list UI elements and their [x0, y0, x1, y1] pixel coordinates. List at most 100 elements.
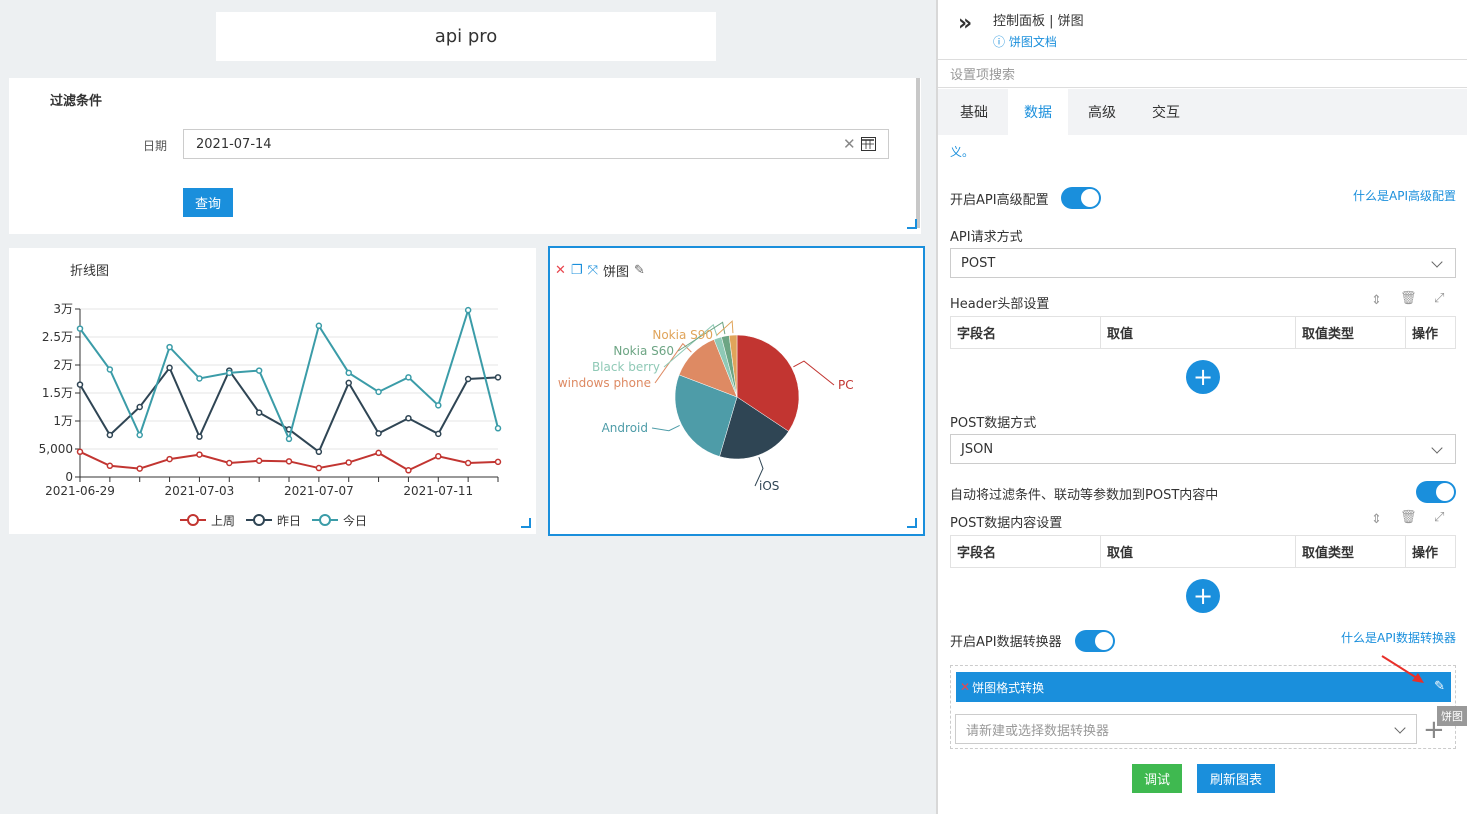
data-point [315, 448, 323, 456]
clear-icon[interactable]: ✕ [843, 135, 856, 153]
sort-icon[interactable]: ⇕ [1371, 293, 1382, 308]
slice-label: Android [602, 421, 648, 435]
help-icon: ⓘ [993, 35, 1009, 49]
x-tick-label: 2021-07-03 [165, 484, 235, 498]
data-point [136, 465, 143, 472]
converter-toggle[interactable] [1075, 630, 1115, 652]
legend-label: 昨日 [277, 514, 301, 528]
resize-handle[interactable] [907, 219, 917, 229]
add-converter-icon[interactable]: + [1423, 715, 1445, 745]
trash-icon[interactable]: 🗑 [1400, 291, 1417, 306]
header-col-type: 取值类型 [1296, 317, 1406, 348]
data-point [226, 459, 233, 467]
data-point [494, 458, 502, 466]
data-point [226, 369, 233, 377]
api-advanced-help-link[interactable]: 什么是API高级配置 [1353, 187, 1456, 204]
data-point [106, 462, 114, 470]
debug-button[interactable]: 调试 [1132, 764, 1182, 793]
post-content-table: 字段名 取值 取值类型 操作 [950, 535, 1456, 568]
data-point [494, 374, 502, 381]
data-point [196, 375, 203, 382]
remove-icon[interactable]: ✕ [960, 680, 970, 694]
fullscreen-icon[interactable]: ⤧ [588, 263, 598, 278]
slice-label: windows phone [558, 376, 651, 390]
auto-params-toggle[interactable] [1416, 481, 1456, 503]
settings-search-input[interactable]: 设置项搜索 [938, 59, 1467, 88]
data-point [136, 431, 143, 439]
legend-label: 今日 [343, 513, 367, 528]
tab-advanced[interactable]: 高级 [1072, 89, 1132, 135]
post-mode-select[interactable]: JSON [950, 434, 1456, 464]
data-point [136, 403, 143, 411]
slice-label: PC [838, 378, 854, 392]
chevron-down-icon [1394, 722, 1406, 734]
trash-icon[interactable]: 🗑 [1400, 510, 1417, 525]
data-point [464, 459, 472, 467]
calendar-grid [862, 139, 874, 149]
data-point [375, 388, 382, 396]
expand-icon[interactable]: ⤢ [1434, 510, 1444, 525]
post-mode-label: POST数据方式 [950, 416, 1037, 431]
doc-link[interactable]: ⓘ 饼图文档 [993, 33, 1057, 50]
add-header-button[interactable]: + [1186, 360, 1220, 394]
data-point [285, 458, 293, 465]
method-select[interactable]: POST [950, 248, 1456, 278]
label-line [651, 424, 680, 432]
converter-item[interactable]: ✕ 饼图格式转换 ✎ [956, 672, 1451, 702]
line-chart: 0 5,000 1万 1.5万 2万 2.5万 3万 2021-06-29 2021-07-03… [39, 302, 502, 528]
add-post-field-button[interactable]: + [1186, 579, 1220, 613]
data-point [255, 367, 263, 374]
doc-link-label: 饼图文档 [1008, 35, 1057, 49]
y-tick-label: 2.5万 [42, 330, 73, 344]
edit-icon[interactable]: ✎ [634, 263, 645, 278]
data-point [196, 451, 203, 458]
data-point [375, 449, 382, 457]
data-point [494, 425, 502, 432]
chevron-down-icon [1431, 442, 1443, 454]
refresh-chart-button[interactable]: 刷新图表 [1197, 764, 1275, 793]
x-tick-label: 2021-07-07 [284, 484, 354, 498]
y-tick-label: 1.5万 [42, 386, 73, 400]
data-point [375, 430, 382, 437]
data-point [106, 431, 114, 439]
y-tick-label: 1万 [53, 414, 73, 428]
edit-icon[interactable]: ✎ [1434, 679, 1445, 694]
sort-icon[interactable]: ⇕ [1371, 512, 1382, 527]
calendar-icon[interactable] [861, 137, 876, 151]
legend-marker [187, 514, 199, 526]
chevron-down-icon [1431, 256, 1443, 268]
data-point [345, 459, 352, 466]
expand-icon[interactable]: ⤢ [1434, 291, 1444, 306]
converter-item-label: 饼图格式转换 [972, 680, 1045, 695]
data-point [255, 409, 263, 416]
data-point [166, 455, 173, 463]
tab-basic[interactable]: 基础 [944, 89, 1004, 135]
delete-icon[interactable]: ✕ [555, 263, 566, 278]
converter-select-placeholder: 请新建或选择数据转换器 [966, 723, 1110, 739]
pie-chart-title: 饼图 [602, 265, 629, 280]
slice-label: Black berry [592, 360, 660, 374]
api-advanced-toggle[interactable] [1061, 187, 1101, 209]
collapse-icon[interactable]: ›› [958, 11, 972, 36]
api-advanced-label: 开启API高级配置 [950, 193, 1049, 208]
data-point [405, 414, 412, 422]
filter-scrollbar[interactable] [916, 78, 920, 228]
data-point [315, 322, 323, 330]
data-point [435, 402, 442, 409]
method-value: POST [961, 255, 996, 271]
data-point [106, 366, 114, 373]
pie-toolbar: ✕ ❐ ⤧ 饼图 ✎ [555, 261, 645, 280]
data-point [166, 343, 173, 351]
data-point [464, 375, 472, 383]
tab-interaction[interactable]: 交互 [1136, 89, 1196, 135]
data-point [435, 430, 442, 438]
converter-select[interactable]: 请新建或选择数据转换器 [955, 714, 1417, 744]
slice-label: Nokia S60 [613, 344, 674, 358]
series-line [79, 306, 499, 442]
data-point [76, 381, 84, 388]
data-point [464, 306, 472, 314]
converter-help-link[interactable]: 什么是API数据转换器 [1341, 629, 1456, 646]
copy-icon[interactable]: ❐ [571, 263, 583, 278]
tab-data[interactable]: 数据 [1008, 89, 1068, 135]
legend-marker [319, 514, 331, 526]
